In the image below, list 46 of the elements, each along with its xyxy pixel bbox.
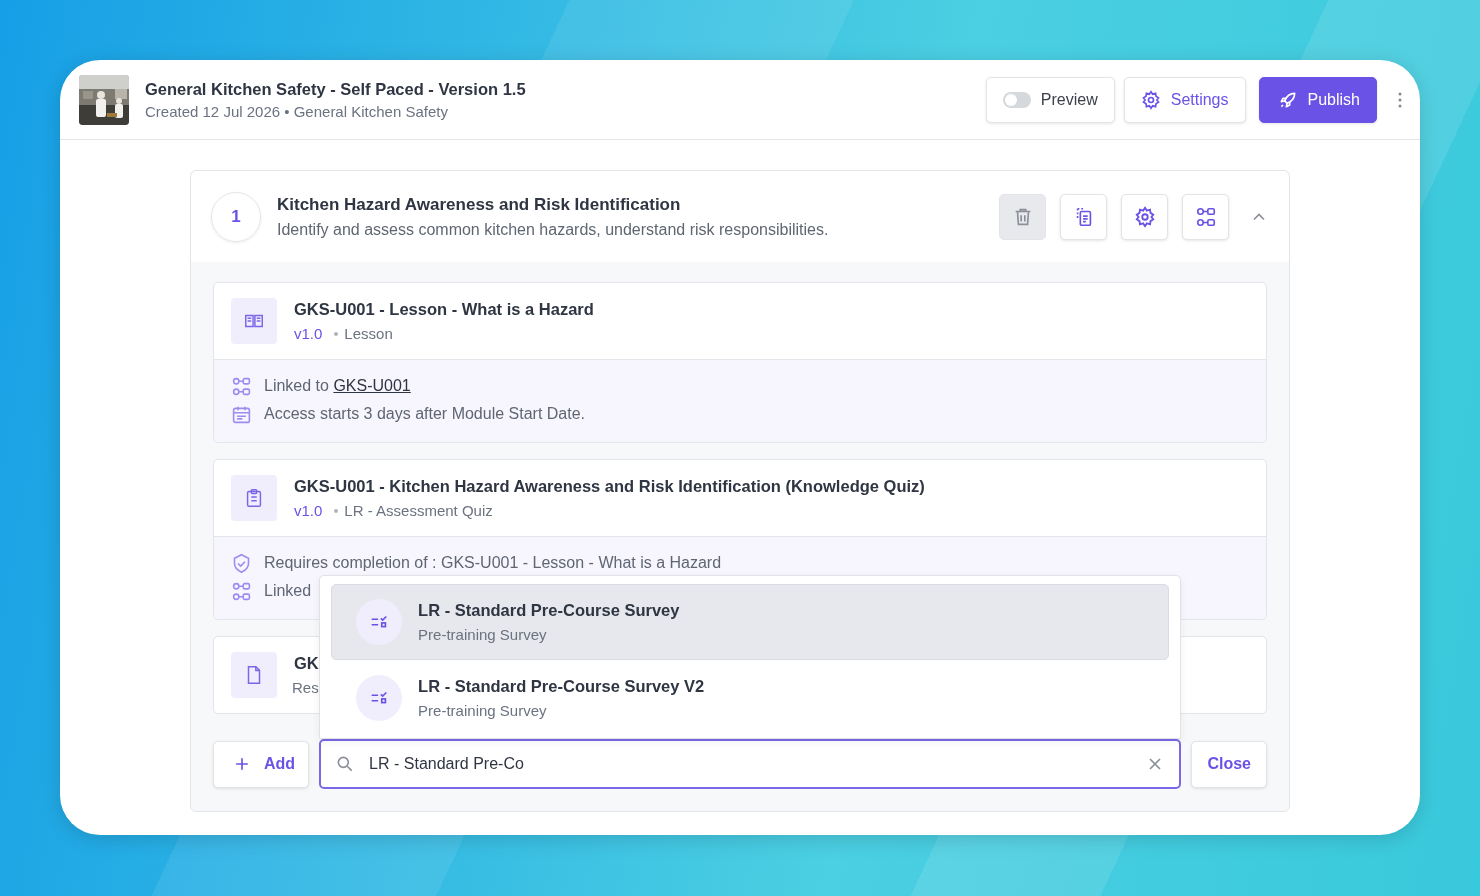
activity-type: Res [292, 679, 319, 696]
detail-text: Linked [264, 582, 312, 600]
more-icon[interactable] [1398, 91, 1402, 108]
option-subtitle: Pre-training Survey [418, 626, 548, 643]
activity-title: GKS-U001 - Lesson - What is a Hazard [294, 300, 594, 319]
module-title: Kitchen Hazard Awareness and Risk Identification [277, 194, 682, 215]
link-icon [231, 375, 252, 397]
close-button[interactable]: Close [1191, 740, 1267, 788]
link-button[interactable] [1182, 193, 1229, 240]
survey-icon [356, 599, 403, 645]
detail-text: Requires completion of : GKS-U001 - Lesson - What is a Hazard [264, 554, 722, 572]
delete-button[interactable] [999, 193, 1046, 240]
activity-type: LR - Assessment Quiz [344, 502, 493, 519]
detail-text: Linked to GKS-U001 [264, 377, 411, 395]
version-label: v1.0 [294, 325, 323, 342]
result-option[interactable]: LR - Standard Pre-Course Survey V2 Pre-training Survey [331, 660, 1170, 736]
check-badge-icon [231, 552, 252, 574]
link-icon [231, 580, 252, 602]
version-label: v1.0 [294, 502, 323, 519]
search-field[interactable]: LR - Standard Pre-Co [367, 754, 1134, 774]
preview-toggle[interactable]: Preview [985, 76, 1115, 123]
settings-button[interactable] [1121, 193, 1168, 240]
survey-icon [356, 675, 403, 721]
settings-button[interactable]: Settings [1123, 76, 1246, 123]
module-link[interactable]: GKS-U001 [333, 377, 411, 394]
course-subtitle: Created 12 Jul 2026 • General Kitchen Safety [145, 102, 449, 120]
add-button[interactable]: Add [213, 740, 310, 788]
option-title: LR - Standard Pre-Course Survey [418, 601, 680, 620]
result-option[interactable]: LR - Standard Pre-Course Survey Pre-training Survey [331, 584, 1170, 660]
publish-button[interactable]: Publish [1258, 76, 1377, 123]
copy-button[interactable] [1060, 193, 1107, 240]
search-box[interactable]: LR - Standard Pre-Co [319, 739, 1182, 789]
option-title: LR - Standard Pre-Course Survey V2 [418, 677, 705, 696]
link-icon [1194, 205, 1217, 228]
activity-title: GKS-U001 - Kitchen Hazard Awareness and Risk Identification (Knowledge Quiz) [294, 477, 925, 496]
file-icon [231, 652, 277, 698]
option-subtitle: Pre-training Survey [418, 702, 548, 719]
clipboard-icon [231, 475, 277, 521]
settings-icon [1133, 205, 1156, 228]
activity-type: Lesson [344, 325, 393, 342]
activity-title: GK [294, 654, 319, 673]
detail-text: Access starts 3 days after Module Start Date. [264, 405, 586, 423]
module-description: Identify and assess common kitchen hazards, understand risk responsibilities. [277, 220, 829, 239]
book-icon [231, 298, 277, 344]
settings-icon [1140, 89, 1161, 110]
course-title: General Kitchen Safety - Self Paced - Version 1.5 [145, 79, 526, 99]
